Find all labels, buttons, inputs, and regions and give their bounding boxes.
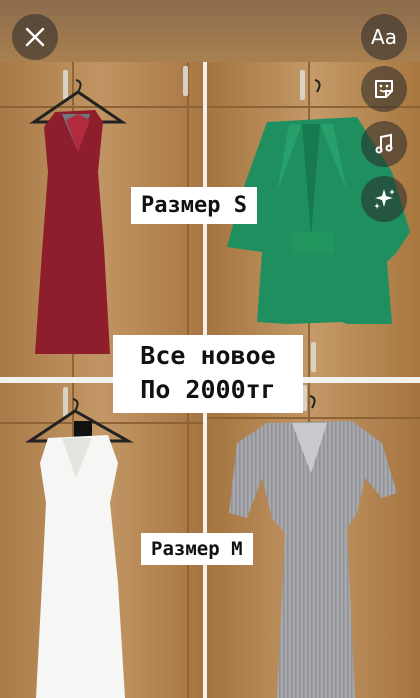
effects-button[interactable] <box>361 176 407 222</box>
sticker-button[interactable] <box>361 66 407 112</box>
size-s-label[interactable]: Размер S <box>131 187 257 224</box>
close-button[interactable] <box>12 14 58 60</box>
sparkles-icon <box>374 189 395 209</box>
text-tool-button[interactable]: Aa <box>361 14 407 60</box>
price-line-2: По 2000тг <box>140 375 276 404</box>
text-tool-icon: Aa <box>371 25 397 49</box>
music-button[interactable] <box>361 121 407 167</box>
size-m-label[interactable]: Размер M <box>141 533 253 565</box>
top-wood-strip <box>0 0 420 62</box>
price-label[interactable]: Все новое По 2000тг <box>113 335 303 413</box>
size-m-text: Размер M <box>151 538 243 560</box>
sticker-icon <box>375 80 393 98</box>
story-editor: Размер S Все новое По 2000тг Размер M Aa <box>0 0 420 698</box>
music-note-icon <box>375 133 393 154</box>
close-icon <box>25 27 45 47</box>
price-line-1: Все новое <box>140 341 276 370</box>
size-s-text: Размер S <box>141 193 247 218</box>
